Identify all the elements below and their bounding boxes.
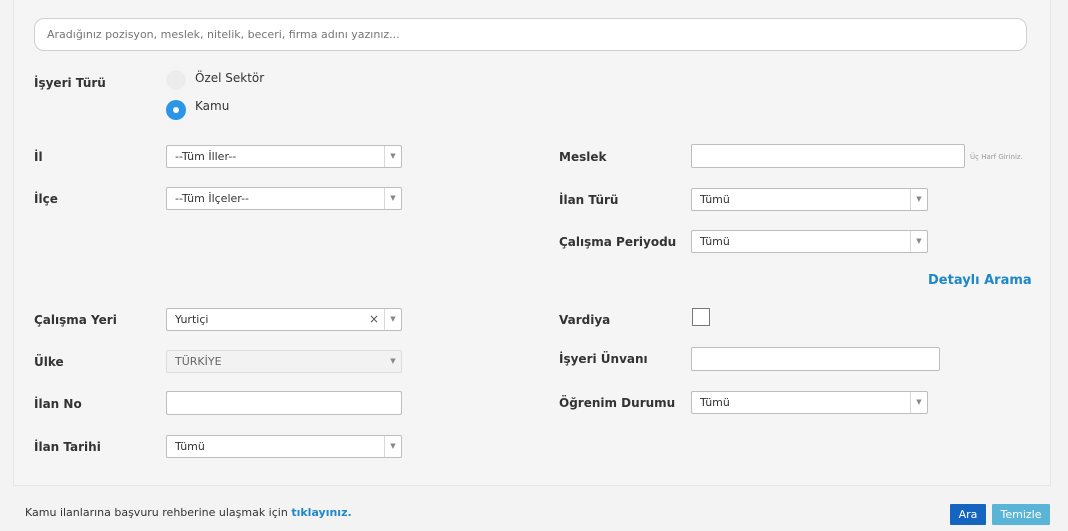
radio-public-sector-label: Kamu (195, 99, 230, 113)
ulke-select[interactable]: TÜRKİYE ▼ (166, 350, 402, 373)
clear-button[interactable]: Temizle (992, 504, 1050, 525)
chevron-down-icon: ▼ (910, 189, 927, 210)
isyeri-unvani-input[interactable] (691, 347, 940, 371)
search-button[interactable]: Ara (950, 504, 986, 525)
detailed-search-link[interactable]: Detaylı Arama (928, 273, 1032, 288)
ilan-turu-label: İlan Türü (559, 193, 619, 207)
calisma-yeri-select[interactable]: Yurtiçi × ▼ (166, 308, 402, 331)
calisma-yeri-select-value: Yurtiçi (175, 313, 209, 326)
ogrenim-durumu-select-value: Tümü (700, 396, 730, 409)
ulke-label: Ülke (34, 355, 64, 369)
ilce-label: İlçe (34, 192, 58, 206)
ulke-select-value: TÜRKİYE (175, 355, 222, 368)
employer-type-label: İşyeri Türü (34, 76, 106, 90)
il-label: İl (34, 150, 43, 164)
radio-private-sector[interactable] (166, 70, 186, 90)
isyeri-unvani-label: İşyeri Ünvanı (559, 352, 648, 366)
meslek-input[interactable] (691, 144, 965, 168)
guide-link[interactable]: tıklayınız. (291, 506, 351, 519)
ilce-select-value: --Tüm İlçeler-- (175, 192, 250, 205)
footer-guide-text: Kamu ilanlarına başvuru rehberine ulaşma… (25, 506, 352, 519)
calisma-periyodu-select-value: Tümü (700, 235, 730, 248)
radio-public-sector[interactable] (166, 100, 186, 120)
ilce-select[interactable]: --Tüm İlçeler-- ▼ (166, 187, 402, 210)
vardiya-label: Vardiya (559, 313, 611, 327)
calisma-periyodu-select[interactable]: Tümü ▼ (691, 230, 928, 253)
ilan-turu-select[interactable]: Tümü ▼ (691, 188, 928, 211)
chevron-down-icon: ▼ (910, 231, 927, 252)
ilan-tarihi-label: İlan Tarihi (34, 440, 101, 454)
chevron-down-icon: ▼ (384, 309, 401, 330)
clear-icon[interactable]: × (369, 309, 379, 330)
meslek-hint: Üç Harf Giriniz. (970, 153, 1023, 161)
il-select-value: --Tüm İller-- (175, 150, 237, 163)
ogrenim-durumu-label: Öğrenim Durumu (559, 396, 676, 410)
chevron-down-icon: ▼ (390, 357, 396, 365)
chevron-down-icon: ▼ (910, 392, 927, 413)
ilan-no-input[interactable] (166, 391, 402, 415)
il-select[interactable]: --Tüm İller-- ▼ (166, 145, 402, 168)
radio-private-sector-label: Özel Sektör (195, 71, 265, 85)
chevron-down-icon: ▼ (384, 146, 401, 167)
ilan-tarihi-select[interactable]: Tümü ▼ (166, 435, 402, 458)
calisma-yeri-label: Çalışma Yeri (34, 313, 117, 327)
ilan-turu-select-value: Tümü (700, 193, 730, 206)
meslek-label: Meslek (559, 150, 607, 164)
vardiya-checkbox[interactable] (692, 308, 710, 326)
ilan-no-label: İlan No (34, 397, 82, 411)
ogrenim-durumu-select[interactable]: Tümü ▼ (691, 391, 928, 414)
calisma-periyodu-label: Çalışma Periyodu (559, 235, 677, 249)
ilan-tarihi-select-value: Tümü (175, 440, 205, 453)
search-input[interactable] (34, 18, 1027, 51)
chevron-down-icon: ▼ (384, 436, 401, 457)
chevron-down-icon: ▼ (384, 188, 401, 209)
footer-text: Kamu ilanlarına başvuru rehberine ulaşma… (25, 506, 288, 519)
